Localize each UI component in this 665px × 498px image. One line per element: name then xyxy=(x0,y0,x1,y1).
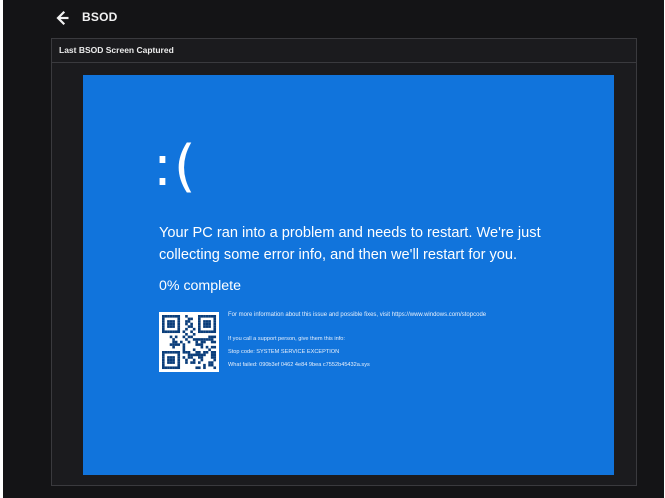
panel-header: Last BSOD Screen Captured xyxy=(52,39,636,63)
app-window: BSOD Last BSOD Screen Captured :( Your P… xyxy=(3,0,664,498)
error-message: Your PC ran into a problem and needs to … xyxy=(159,225,541,263)
panel-title: Last BSOD Screen Captured xyxy=(59,45,174,55)
bsod-screenshot: :( Your PC ran into a problem and needs … xyxy=(83,75,614,475)
arrow-left-icon xyxy=(56,10,69,26)
support-text: If you call a support person, give them … xyxy=(228,336,345,342)
bsod-panel: Last BSOD Screen Captured :( Your PC ran… xyxy=(51,38,637,486)
back-button[interactable] xyxy=(55,10,71,26)
top-bar: BSOD xyxy=(3,0,664,36)
page-title: BSOD xyxy=(82,10,118,24)
more-info-text: For more information about this issue an… xyxy=(228,312,487,318)
sad-face: :( xyxy=(153,134,198,199)
progress-text: 0% complete xyxy=(159,278,242,294)
qr-code-icon xyxy=(159,312,219,372)
what-failed-text: What failed: 090b3ef 0462 4e84 9bea c755… xyxy=(228,362,370,368)
stop-code-text: Stop code: SYSTEM SERVICE EXCEPTION xyxy=(228,349,340,355)
